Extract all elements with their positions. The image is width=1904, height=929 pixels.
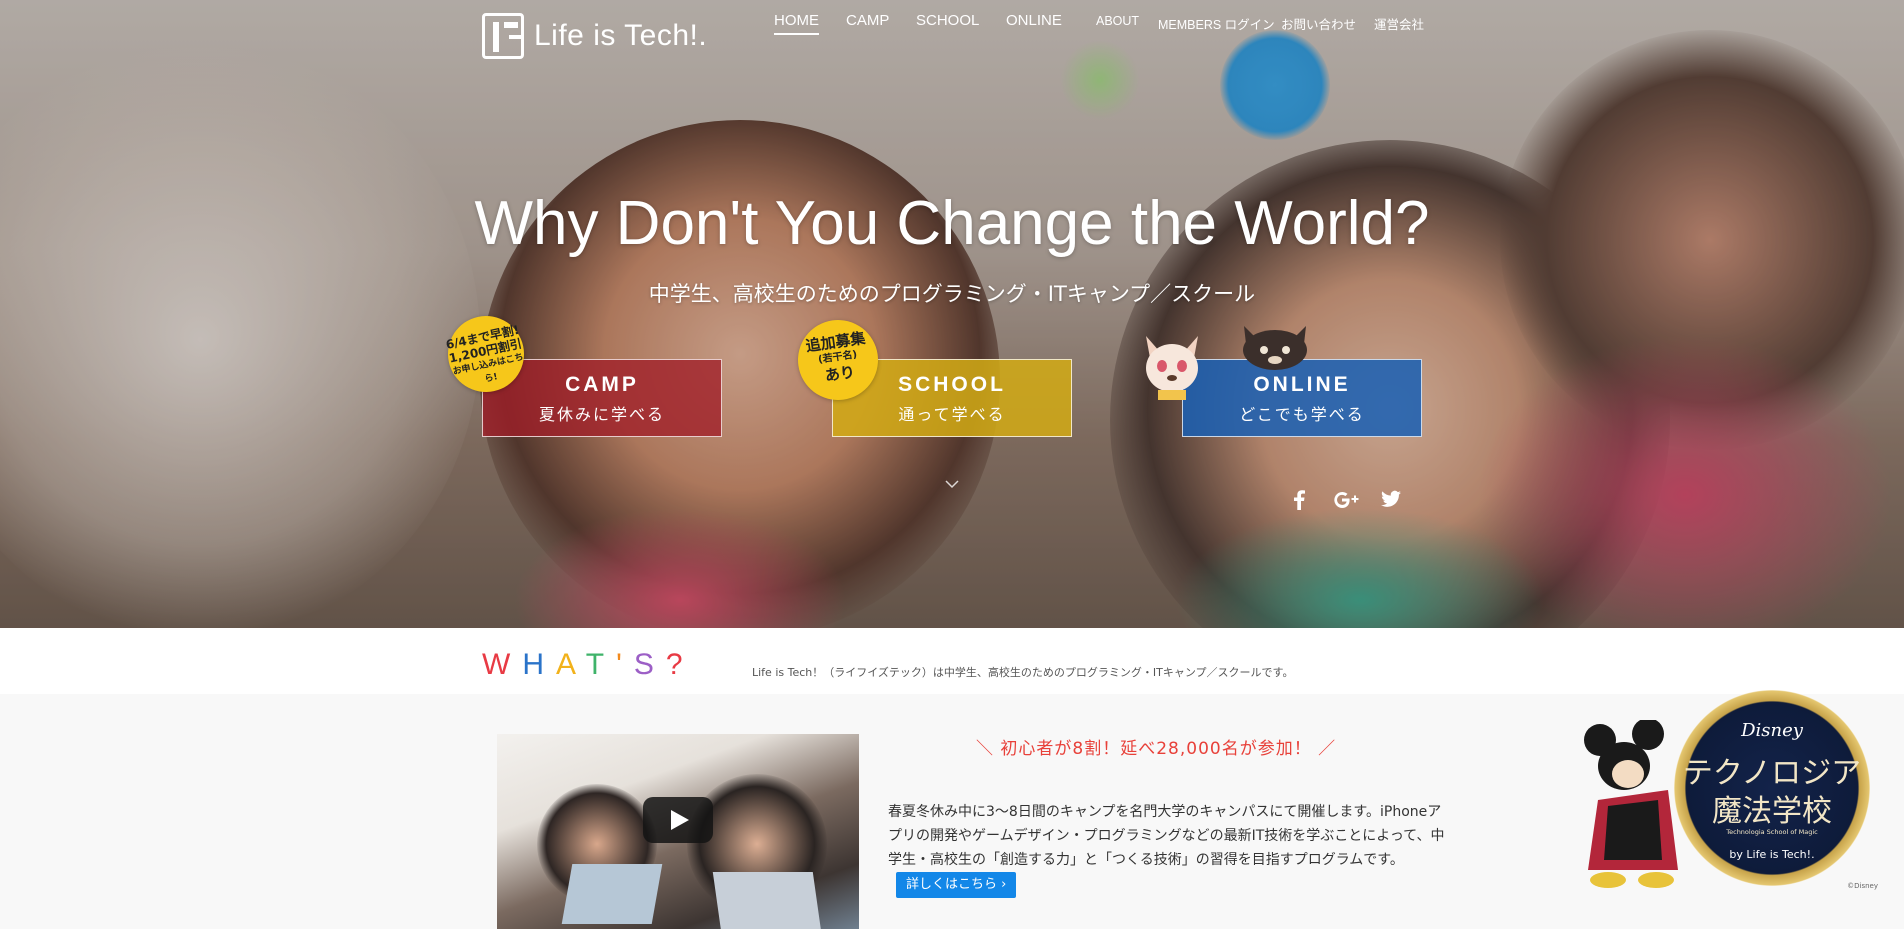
google-plus-icon[interactable] (1333, 490, 1361, 510)
whats-letter: ? (665, 648, 695, 681)
whats-letter: A (556, 648, 586, 681)
brand-logo[interactable]: Life is Tech!. (482, 13, 707, 59)
mickey-character-icon (1584, 720, 1678, 888)
whats-letter: W (482, 648, 523, 681)
hero-section: Life is Tech!. HOME CAMP SCHOOL ONLINE A… (0, 0, 1904, 628)
nav-members-login[interactable]: MEMBERS ログイン (1158, 14, 1275, 33)
disney-technologia-banner[interactable]: Disney テクノロジア 魔法学校 Technologia School of… (1578, 690, 1878, 890)
disney-copyright: ©Disney (1847, 882, 1878, 890)
whats-title: WHAT'S? (482, 648, 695, 682)
hero-title: Why Don't You Change the World? (474, 189, 1430, 258)
video-thumb-laptop (561, 864, 663, 924)
school-button-subtitle: 通って学べる (898, 405, 1006, 424)
whats-section: WHAT'S? Life is Tech！（ライフイズテック）は中学生、高校生の… (0, 628, 1904, 694)
play-icon[interactable] (643, 797, 713, 843)
logo-icon (482, 13, 524, 59)
hero-overlay (0, 0, 1904, 628)
hero-subtitle: 中学生、高校生のためのプログラミング・ITキャンプ／スクール (648, 282, 1256, 306)
technologia-seal: Disney テクノロジア 魔法学校 Technologia School of… (1674, 690, 1870, 886)
read-more-button[interactable]: 詳しくはこちら › (896, 872, 1017, 898)
online-button[interactable]: ONLINE どこでも学べる (1182, 359, 1422, 437)
camp-button-subtitle: 夏休みに学べる (538, 405, 665, 424)
nav-school[interactable]: SCHOOL (916, 12, 979, 29)
nav-contact[interactable]: お問い合わせ (1281, 14, 1356, 33)
whats-letter: S (633, 648, 666, 681)
intro-paragraph: 春夏冬休み中に3〜8日間のキャンプを名門大学のキャンパスにて開催します。iPho… (888, 804, 1445, 868)
intro-text: 春夏冬休み中に3〜8日間のキャンプを名門大学のキャンパスにて開催します。iPho… (888, 800, 1448, 898)
nav-online[interactable]: ONLINE (1006, 12, 1062, 29)
seal-by-brand: by Life is Tech!. (1729, 848, 1815, 861)
seal-english-title: Technologia School of Magic (1726, 828, 1818, 836)
cat-mascot-icon (1243, 326, 1307, 370)
nav-camp[interactable]: CAMP (846, 12, 889, 29)
video-thumb-laptop (712, 872, 822, 929)
nav-about[interactable]: ABOUT (1096, 14, 1139, 28)
dog-mascot-icon (1146, 336, 1198, 400)
whats-letter: H (522, 648, 556, 681)
online-button-title: ONLINE (1253, 373, 1351, 396)
participants-highlight: ＼ 初心者が8割！延べ28,000名が参加！ ／ (976, 739, 1337, 759)
whats-description: Life is Tech！（ライフイズテック）は中学生、高校生のためのプログラミ… (752, 666, 1294, 679)
disney-brand: Disney (1741, 720, 1803, 741)
whats-letter: T (585, 648, 617, 681)
intro-video[interactable] (497, 734, 859, 929)
chevron-down-icon[interactable] (944, 476, 960, 492)
facebook-icon[interactable] (1293, 490, 1305, 510)
whats-letter: ' (616, 648, 634, 681)
twitter-icon[interactable] (1381, 490, 1401, 508)
seal-title-line2: 魔法学校 (1712, 794, 1832, 829)
logo-text: Life is Tech!. (534, 19, 708, 52)
nav-company[interactable]: 運営会社 (1374, 14, 1424, 33)
nav-home[interactable]: HOME (774, 12, 819, 35)
online-button-subtitle: どこでも学べる (1239, 405, 1365, 424)
